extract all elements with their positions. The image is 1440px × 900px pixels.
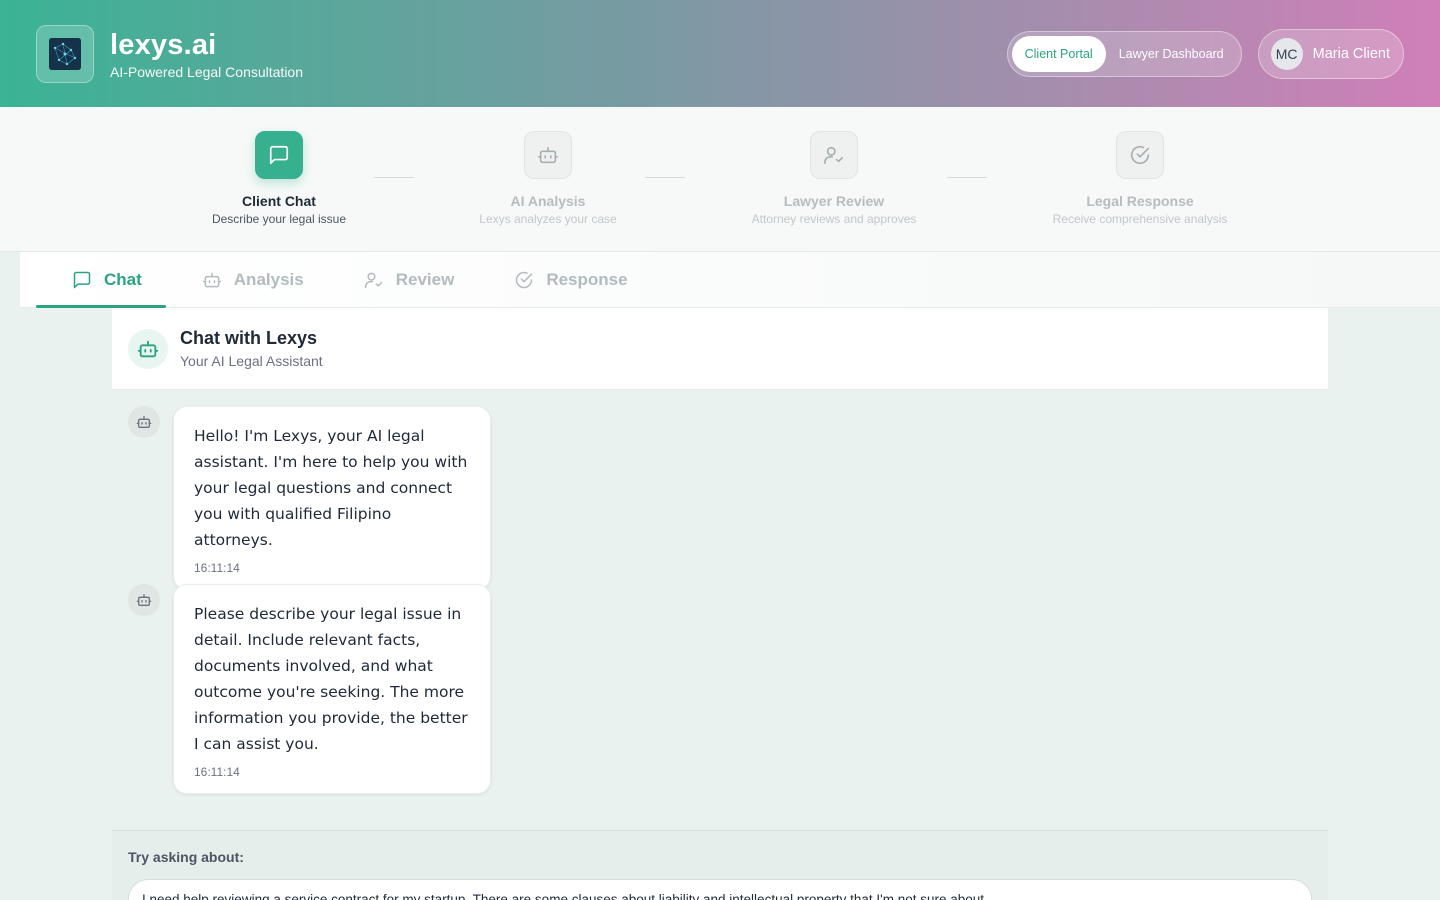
lawyer-dashboard-button[interactable]: Lawyer Dashboard <box>1106 36 1237 72</box>
avatar: MC <box>1270 37 1303 70</box>
message-text: Hello! I'm Lexys, your AI legal assistan… <box>194 427 468 549</box>
tab-label: Response <box>546 270 628 289</box>
bot-avatar <box>128 584 160 616</box>
user-check-icon <box>810 131 858 179</box>
chat-subtitle: Your AI Legal Assistant <box>180 353 323 369</box>
portal-toggle: Client Portal Lawyer Dashboard <box>1006 30 1242 77</box>
suggestions-label: Try asking about: <box>128 849 244 865</box>
message-bubble: Hello! I'm Lexys, your AI legal assistan… <box>173 406 491 590</box>
message-square-icon <box>255 131 303 179</box>
check-circle-icon <box>516 271 533 289</box>
brand: lexys.ai AI-Powered Legal Consultation <box>110 28 303 80</box>
bot-avatar <box>128 328 168 369</box>
user-check-icon <box>364 272 382 289</box>
step-title: Lawyer Review <box>783 193 885 209</box>
tab-label: Analysis <box>233 270 304 289</box>
bot-icon <box>136 416 152 428</box>
tab-bar: Chat Analysis Review Response <box>20 252 1440 308</box>
chat-message: Hello! I'm Lexys, your AI legal assistan… <box>128 406 491 590</box>
message-time: 16:11:14 <box>194 561 240 575</box>
bot-icon <box>136 594 152 606</box>
suggestion-chip[interactable]: I need help reviewing a service contract… <box>128 879 1312 900</box>
message-bubble: Please describe your legal issue in deta… <box>173 584 491 794</box>
message-time: 16:11:14 <box>194 765 240 779</box>
step-desc: Receive comprehensive analysis <box>1052 212 1228 226</box>
chat-message: Please describe your legal issue in deta… <box>128 584 491 794</box>
chat-title: Chat with Lexys <box>180 328 318 348</box>
bot-icon <box>202 272 221 288</box>
check-circle-icon <box>1116 131 1164 179</box>
suggestions-panel: Try asking about: I need help reviewing … <box>112 830 1328 900</box>
step-legal-response: Legal Response Receive comprehensive ana… <box>1020 131 1260 226</box>
logo-image <box>49 37 81 70</box>
step-lawyer-review: Lawyer Review Attorney reviews and appro… <box>714 131 954 226</box>
step-title: AI Analysis <box>510 193 586 209</box>
step-desc: Describe your legal issue <box>211 212 347 226</box>
step-connector <box>645 177 685 178</box>
bot-icon <box>137 340 159 357</box>
bot-avatar <box>128 406 160 438</box>
step-desc: Lexys analyzes your case <box>479 212 617 226</box>
tab-label: Chat <box>104 270 142 289</box>
logo[interactable] <box>36 24 94 83</box>
user-menu[interactable]: MC Maria Client <box>1257 28 1404 79</box>
step-client-chat: Client Chat Describe your legal issue <box>159 131 399 226</box>
tab-label: Review <box>395 270 455 289</box>
tab-chat[interactable]: Chat <box>36 252 166 308</box>
brand-subtitle: AI-Powered Legal Consultation <box>110 63 304 80</box>
step-ai-analysis: AI Analysis Lexys analyzes your case <box>428 131 668 226</box>
step-title: Client Chat <box>242 193 316 209</box>
bot-icon <box>524 131 572 179</box>
tab-response[interactable]: Response <box>478 252 651 308</box>
message-square-icon <box>73 271 91 289</box>
chat-header: Chat with Lexys Your AI Legal Assistant <box>112 308 1328 390</box>
progress-stepper: Client Chat Describe your legal issue AI… <box>0 107 1440 252</box>
tab-analysis[interactable]: Analysis <box>166 252 328 308</box>
brand-title: lexys.ai <box>110 28 217 61</box>
client-portal-button[interactable]: Client Portal <box>1011 35 1106 72</box>
step-connector <box>947 177 987 178</box>
user-name: Maria Client <box>1312 45 1390 62</box>
step-title: Legal Response <box>1086 193 1194 209</box>
app-header: lexys.ai AI-Powered Legal Consultation C… <box>0 0 1440 107</box>
tab-review[interactable]: Review <box>328 252 479 308</box>
message-text: Please describe your legal issue in deta… <box>194 605 468 753</box>
step-desc: Attorney reviews and approves <box>751 212 917 226</box>
step-connector <box>374 177 414 178</box>
